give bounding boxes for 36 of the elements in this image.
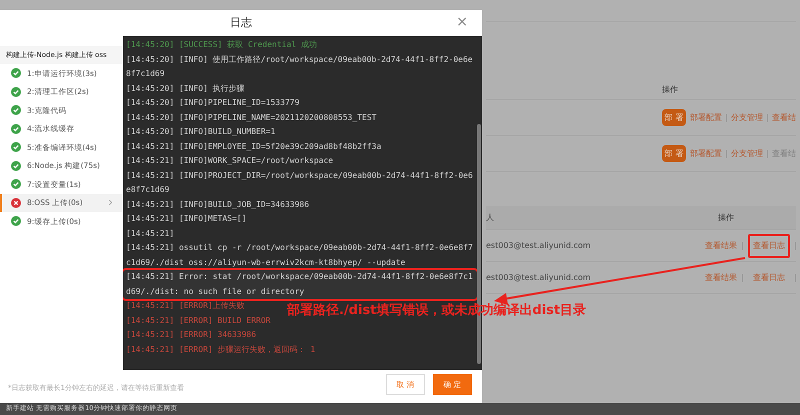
table-link[interactable]: 查看结	[772, 112, 796, 124]
log-line: [14:45:20] [SUCCESS] 获取 Credential 成功	[125, 39, 318, 51]
deploy-button[interactable]: 部 署	[662, 109, 686, 126]
log-line: [14:45:21] [INFO]METAS=[]	[125, 213, 248, 225]
log-line: [14:45:21] ossutil cp -r /root/workspace/09eab00b-2d74-44f1-8ff2-0e6e8f7c1d69/./dist oss://aliyun-wb-errwiv2kcm-kt8bhyep/ --update	[125, 242, 474, 269]
table-link[interactable]: 查看结果	[705, 272, 737, 284]
log-line: [14:45:20] [INFO] 使用工作路径/root/workspace/09eab00b-2d74-44f1-8ff2-0e6e8f7c1d69	[125, 54, 474, 80]
table-link[interactable]: 查看结果	[705, 240, 737, 252]
log-line: [14:45:20] [INFO]BUILD_NUMBER=1	[125, 126, 276, 138]
log-line: [14:45:21] [ERROR] BUILD ERROR	[125, 314, 272, 326]
table-link[interactable]: 查看日志	[748, 234, 790, 258]
log-line: [14:45:21] [INFO]PROJECT_DIR=/root/workspace/09eab00b-2d74-44f1-8ff2-0e6e8f7c1d69	[125, 170, 474, 196]
table-link[interactable]: 部署配置	[690, 148, 722, 160]
table-link[interactable]: 分支管理	[731, 148, 763, 160]
close-button[interactable]: ×	[456, 14, 468, 30]
table-link[interactable]: 部署配置	[690, 112, 722, 124]
column-header: 操作	[718, 212, 734, 224]
log-line: [14:45:20] [INFO] 执行步骤	[125, 82, 246, 94]
table-link[interactable]: 分支管理	[731, 112, 763, 124]
chevron-right-icon	[106, 198, 115, 208]
log-line: [14:45:21] [INFO]EMPLOYEE_ID=5f20e39c209ad8bf48b2ff3a	[125, 140, 382, 153]
log-line: [14:45:20] [INFO]PIPELINE_NAME=2021120200808553_TEST	[125, 112, 378, 124]
table-link[interactable]: 查看日志	[748, 266, 790, 290]
dialog-title: 日志	[230, 14, 252, 31]
log-line: [14:45:21] [ERROR] 步骤运行失败，返回码： 1	[125, 344, 316, 356]
log-line: [14:45:21] [ERROR]上传失败	[125, 300, 246, 312]
owner-email: est003@test.aliyunid.com	[486, 240, 592, 252]
owner-email: est003@test.aliyunid.com	[486, 272, 592, 284]
log-line: [14:45:21] [INFO]WORK_SPACE=/root/workspace	[125, 155, 334, 167]
column-header: 操作	[662, 84, 678, 96]
deploy-button[interactable]: 部 署	[662, 145, 686, 162]
column-header: 人	[486, 212, 494, 224]
log-line: [14:45:21] [ERROR] 34633986	[125, 329, 258, 341]
log-line: [14:45:21] [INFO]BUILD_JOB_ID=34633986	[125, 198, 310, 211]
log-line: [14:45:21]	[125, 228, 176, 240]
log-line: [14:45:20] [INFO]PIPELINE_ID=1533779	[125, 97, 300, 109]
